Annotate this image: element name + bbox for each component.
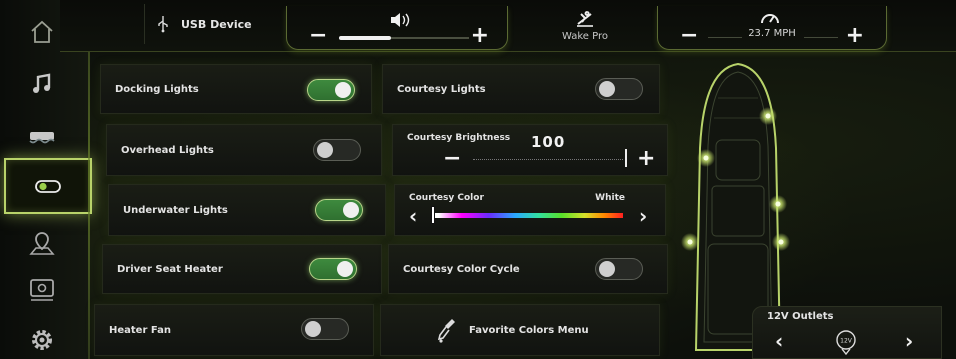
12v-outlet-icon[interactable]: 12V — [835, 329, 857, 355]
heater-fan-toggle[interactable] — [301, 318, 349, 340]
sidebar-item-camera[interactable] — [0, 262, 84, 314]
toggle-knob — [343, 202, 359, 218]
gear-icon — [32, 330, 52, 350]
driver-seat-heater-row: Driver Seat Heater — [102, 244, 382, 294]
top-bar: USB Device − + Wake Pro − 23.7 MPH + — [60, 0, 956, 52]
overhead-lights-row: Overhead Lights — [106, 124, 382, 176]
toggle-knob — [335, 82, 351, 98]
boat-hull-icon — [29, 132, 55, 144]
underwater-lights-toggle[interactable] — [315, 199, 363, 221]
courtesy-color-label: Courtesy Color — [409, 193, 484, 203]
app-root: USB Device − + Wake Pro − 23.7 MPH + Doc… — [0, 0, 956, 359]
usb-source[interactable]: USB Device — [144, 4, 284, 44]
courtesy-lights-label: Courtesy Lights — [397, 83, 486, 95]
courtesy-lights-row: Courtesy Lights — [382, 64, 660, 114]
sidebar-item-boat[interactable] — [0, 110, 84, 162]
underwater-lights-label: Underwater Lights — [123, 204, 228, 216]
sidebar-item-lights[interactable] — [4, 158, 92, 214]
courtesy-color-cycle-toggle[interactable] — [595, 258, 643, 280]
brightness-slider-handle[interactable] — [625, 149, 627, 167]
toggle-knob — [305, 321, 321, 337]
favorite-colors-label: Favorite Colors Menu — [469, 324, 589, 336]
home-icon — [31, 20, 53, 43]
12v-icon-text: 12V — [840, 338, 853, 345]
courtesy-color-cycle-row: Courtesy Color Cycle — [388, 244, 668, 294]
driver-seat-heater-label: Driver Seat Heater — [117, 263, 223, 275]
speed-control: − 23.7 MPH + — [657, 6, 887, 50]
sidebar-item-audio[interactable] — [0, 58, 84, 110]
music-note-icon — [33, 73, 51, 93]
courtesy-brightness-value: 100 — [531, 133, 566, 151]
brightness-slider-track[interactable] — [473, 159, 623, 161]
courtesy-lights-toggle[interactable] — [595, 78, 643, 100]
courtesy-color-row: Courtesy Color White ‹ › — [394, 184, 666, 236]
courtesy-brightness-label: Courtesy Brightness — [407, 133, 511, 143]
camera-icon — [30, 279, 54, 301]
color-prev-button[interactable]: ‹ — [409, 206, 417, 226]
wake-mode[interactable]: Wake Pro — [515, 2, 655, 48]
sidebar — [0, 0, 92, 359]
overhead-lights-label: Overhead Lights — [121, 144, 214, 156]
underwater-lights-row: Underwater Lights — [108, 184, 386, 236]
heater-fan-label: Heater Fan — [109, 324, 171, 336]
12v-outlets-label: 12V Outlets — [767, 311, 834, 322]
volume-up-button[interactable]: + — [471, 25, 489, 47]
sidebar-item-settings[interactable] — [0, 314, 84, 359]
volume-slider[interactable] — [339, 36, 469, 40]
speedometer-icon — [761, 14, 779, 24]
wake-surfer-icon — [577, 10, 593, 27]
12v-outlets-control: 12V Outlets ‹ 12V › — [752, 306, 942, 359]
toggle-knob — [599, 81, 615, 97]
toggle-knob — [599, 261, 615, 277]
color-next-button[interactable]: › — [639, 206, 647, 226]
driver-seat-heater-toggle[interactable] — [309, 258, 357, 280]
usb-icon — [158, 16, 168, 33]
usb-label: USB Device — [181, 17, 252, 31]
volume-control: − + — [286, 6, 508, 50]
color-spectrum-slider[interactable] — [431, 213, 623, 218]
speed-line-right — [804, 37, 838, 38]
courtesy-brightness-row: Courtesy Brightness 100 − + — [392, 124, 668, 176]
eyedropper-icon — [437, 319, 455, 343]
color-slider-handle[interactable] — [431, 206, 435, 224]
courtesy-color-value: White — [595, 193, 625, 203]
docking-lights-row: Docking Lights — [100, 64, 372, 114]
speaker-icon — [391, 13, 410, 27]
brightness-down-button[interactable]: − — [443, 148, 461, 170]
map-pin-icon — [29, 232, 55, 255]
outlets-next-button[interactable]: › — [905, 331, 913, 351]
brightness-up-button[interactable]: + — [637, 148, 655, 170]
toggle-knob — [337, 261, 353, 277]
outlets-prev-button[interactable]: ‹ — [775, 331, 783, 351]
wake-mode-label: Wake Pro — [561, 30, 608, 42]
heater-fan-row: Heater Fan — [94, 304, 374, 356]
courtesy-color-cycle-label: Courtesy Color Cycle — [403, 263, 520, 275]
volume-level-fill — [339, 36, 391, 40]
toggle-knob — [317, 142, 333, 158]
favorite-colors-button[interactable]: Favorite Colors Menu — [380, 304, 660, 356]
speed-up-button[interactable]: + — [846, 25, 864, 47]
docking-lights-label: Docking Lights — [115, 83, 199, 95]
overhead-lights-toggle[interactable] — [313, 139, 361, 161]
toggle-lights-icon — [35, 180, 61, 193]
volume-down-button[interactable]: − — [309, 25, 327, 47]
docking-lights-toggle[interactable] — [307, 79, 355, 101]
